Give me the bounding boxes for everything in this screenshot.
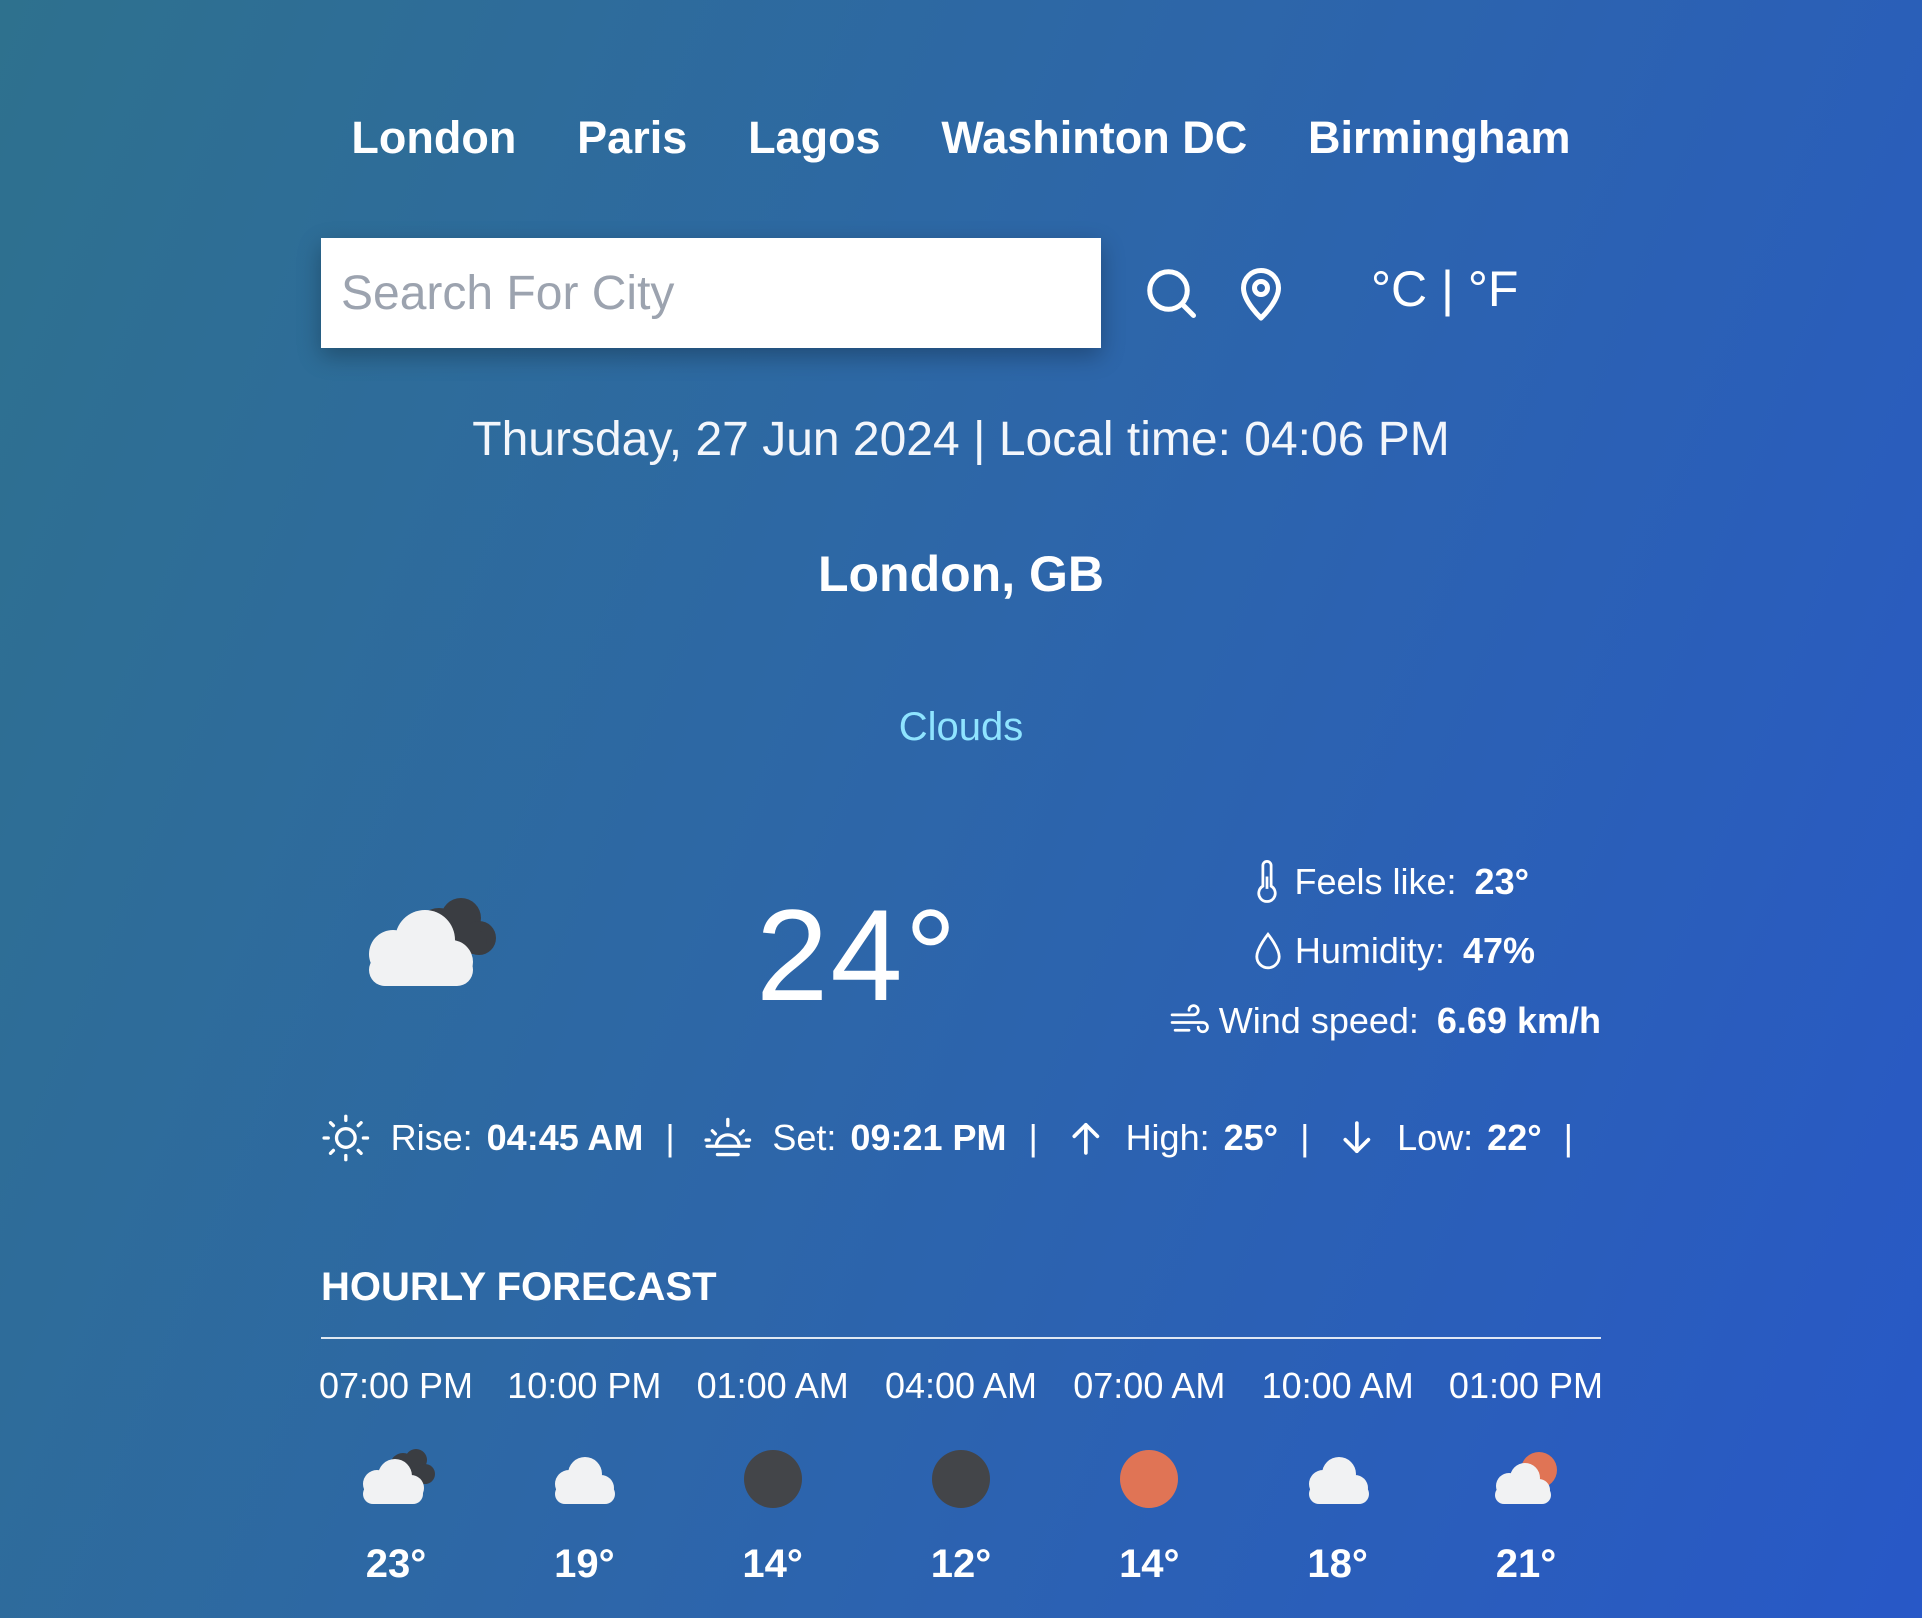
cloud-icon xyxy=(555,1457,616,1504)
hourly-time: 07:00 AM xyxy=(1073,1365,1226,1406)
moon-icon xyxy=(931,1450,990,1508)
sunset-icon xyxy=(704,1117,751,1157)
low-label: Low: xyxy=(1397,1117,1474,1158)
location-pin-icon[interactable] xyxy=(1231,263,1291,323)
separator: | xyxy=(1563,1117,1573,1158)
hourly-forecast-list: 07:00 PM 23° 10:00 PM 19° 01:00 AM 14° 0… xyxy=(318,1365,1604,1587)
hourly-temp: 23° xyxy=(365,1542,427,1586)
city-nav: London Paris Lagos Washinton DC Birmingh… xyxy=(321,112,1601,164)
sunrise-value: 04:45 AM xyxy=(486,1117,644,1158)
sunset-label: Set: xyxy=(772,1117,837,1158)
feels-like-label: Feels like: xyxy=(1294,861,1457,902)
moon-icon xyxy=(743,1450,802,1508)
cloud-icon xyxy=(369,898,496,986)
city-button-lagos[interactable]: Lagos xyxy=(738,112,891,164)
celsius-button[interactable]: °C xyxy=(1371,261,1427,317)
wind-row: Wind speed: 6.69 km/h xyxy=(1169,1000,1601,1042)
hourly-forecast-title: HOURLY FORECAST xyxy=(321,1265,717,1309)
cloud-dark-icon xyxy=(363,1449,435,1504)
separator: | xyxy=(665,1117,675,1158)
hourly-time: 07:00 PM xyxy=(318,1365,474,1406)
search-box xyxy=(321,238,1101,348)
search-input[interactable] xyxy=(321,238,1101,348)
current-temperature: 24° xyxy=(756,882,959,1028)
wind-label: Wind speed: xyxy=(1218,1000,1419,1041)
high-value: 25° xyxy=(1223,1117,1279,1158)
search-row: °C | °F xyxy=(321,238,1601,348)
city-button-london[interactable]: London xyxy=(341,112,526,164)
cloud-icon xyxy=(1308,1457,1369,1504)
hourly-temp: 12° xyxy=(930,1542,992,1586)
date-time: Thursday, 27 Jun 2024 | Local time: 04:0… xyxy=(472,413,1450,466)
feels-like-row: Feels like: 23° xyxy=(1250,860,1529,904)
hourly-temp: 18° xyxy=(1307,1542,1368,1586)
hourly-temp: 21° xyxy=(1495,1542,1557,1586)
weather-condition: Clouds xyxy=(898,705,1024,749)
high-label: High: xyxy=(1125,1117,1210,1158)
hourly-time: 01:00 PM xyxy=(1448,1365,1604,1406)
sun-icon xyxy=(1120,1450,1179,1508)
city-button-birmingham[interactable]: Birmingham xyxy=(1298,112,1581,164)
thermometer-icon xyxy=(1257,860,1278,903)
wind-value: 6.69 km/h xyxy=(1436,1000,1601,1041)
humidity-row: Humidity: 47% xyxy=(1251,930,1535,972)
hourly-time: 01:00 AM xyxy=(696,1365,849,1406)
low-value: 22° xyxy=(1487,1117,1542,1158)
separator: | xyxy=(1028,1117,1038,1158)
sunset-value: 09:21 PM xyxy=(850,1117,1007,1158)
unit-toggle: °C | °F xyxy=(1371,260,1518,318)
city-button-paris[interactable]: Paris xyxy=(567,112,697,164)
hourly-temp: 14° xyxy=(1119,1542,1180,1586)
unit-separator: | xyxy=(1441,261,1455,317)
hourly-temp: 14° xyxy=(742,1542,803,1586)
hourly-item: 10:00 AM 18° xyxy=(1261,1365,1414,1587)
sunrise-icon xyxy=(322,1114,370,1162)
humidity-value: 47% xyxy=(1462,930,1535,971)
hourly-item: 07:00 AM 14° xyxy=(1073,1365,1226,1587)
hourly-time: 10:00 AM xyxy=(1261,1365,1414,1406)
hourly-item: 10:00 PM 19° xyxy=(507,1365,662,1587)
location-title: London, GB xyxy=(817,546,1105,602)
hourly-time: 04:00 AM xyxy=(884,1365,1038,1406)
separator: | xyxy=(1300,1117,1310,1158)
arrow-down-icon xyxy=(1343,1121,1371,1154)
divider xyxy=(321,1337,1601,1339)
hourly-item: 07:00 PM 23° xyxy=(318,1365,474,1587)
humidity-label: Humidity: xyxy=(1294,930,1445,971)
arrow-up-icon xyxy=(1072,1122,1100,1155)
droplet-icon xyxy=(1255,931,1281,970)
sun-and-range-row: Rise: 04:45 AM | Set: 09:21 PM | High: 2… xyxy=(321,1113,1601,1163)
hourly-temp: 19° xyxy=(554,1542,615,1586)
wind-icon xyxy=(1170,1004,1209,1034)
hourly-time: 10:00 PM xyxy=(507,1365,662,1406)
sunrise-label: Rise: xyxy=(390,1117,473,1158)
fahrenheit-button[interactable]: °F xyxy=(1468,261,1519,317)
search-icon[interactable] xyxy=(1141,263,1201,323)
hourly-item: 04:00 AM 12° xyxy=(884,1365,1038,1587)
hourly-item: 01:00 AM 14° xyxy=(696,1365,849,1587)
partly-cloudy-icon xyxy=(1494,1452,1557,1504)
hourly-item: 01:00 PM 21° xyxy=(1448,1365,1604,1587)
feels-like-value: 23° xyxy=(1474,861,1529,902)
city-button-washington-dc[interactable]: Washinton DC xyxy=(931,112,1257,164)
